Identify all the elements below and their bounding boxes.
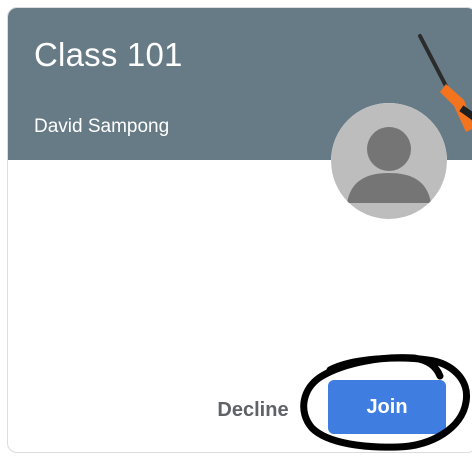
teacher-name: David Sampong [34,116,170,137]
class-invite-card: Class 101 David Sampong Decline Join [7,7,472,453]
decline-button[interactable]: Decline [204,386,302,434]
person-avatar-icon [331,103,447,219]
teacher-avatar [331,103,447,219]
join-button[interactable]: Join [328,380,446,434]
class-title[interactable]: Class 101 [34,36,183,74]
